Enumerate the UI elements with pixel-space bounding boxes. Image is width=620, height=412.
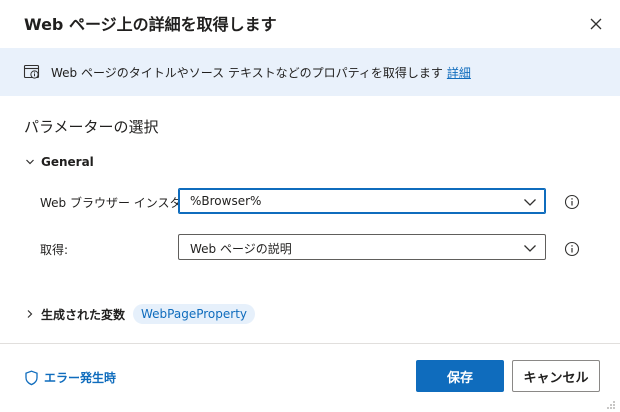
- general-group-label: General: [41, 155, 94, 169]
- variable-chip[interactable]: WebPageProperty: [133, 304, 256, 324]
- save-button[interactable]: 保存: [416, 360, 504, 392]
- resize-grip-icon[interactable]: [604, 398, 616, 410]
- info-bar: Web ページのタイトルやソース テキストなどのプロパティを取得します 詳細: [0, 48, 620, 96]
- on-error-label: エラー発生時: [44, 371, 117, 385]
- chevron-right-icon: [27, 310, 33, 318]
- on-error-link[interactable]: エラー発生時: [24, 369, 116, 386]
- info-circle-icon[interactable]: [564, 241, 580, 257]
- cancel-button[interactable]: キャンセル: [512, 360, 600, 392]
- info-circle-icon[interactable]: [564, 194, 580, 210]
- retrieve-value: Web ページの説明: [190, 242, 292, 256]
- retrieve-dropdown[interactable]: Web ページの説明: [178, 234, 546, 260]
- close-icon[interactable]: [586, 14, 606, 34]
- chevron-down-icon: [26, 159, 34, 165]
- get-web-page-details-dialog: Web ページ上の詳細を取得します Web ページのタイトルやソース テキストな…: [0, 0, 620, 412]
- chevron-down-icon: [524, 199, 536, 206]
- footer-divider: [0, 343, 620, 344]
- produced-variables-label: 生成された変数: [41, 307, 126, 322]
- info-text: Web ページのタイトルやソース テキストなどのプロパティを取得します 詳細: [51, 64, 471, 81]
- browser-info-icon: [23, 64, 40, 79]
- dialog-title: Web ページ上の詳細を取得します: [24, 15, 277, 34]
- shield-icon: [25, 370, 38, 385]
- learn-more-link[interactable]: 詳細: [447, 66, 471, 80]
- section-title: パラメーターの選択: [24, 118, 159, 136]
- info-description: Web ページのタイトルやソース テキストなどのプロパティを取得します: [51, 66, 443, 80]
- retrieve-label: 取得:: [40, 243, 69, 257]
- general-group-toggle[interactable]: General: [24, 153, 94, 171]
- browser-instance-value: %Browser%: [190, 194, 262, 208]
- chevron-down-icon: [524, 245, 536, 252]
- browser-instance-dropdown[interactable]: %Browser%: [178, 188, 546, 214]
- produced-variables-toggle[interactable]: 生成された変数 WebPageProperty: [24, 303, 256, 325]
